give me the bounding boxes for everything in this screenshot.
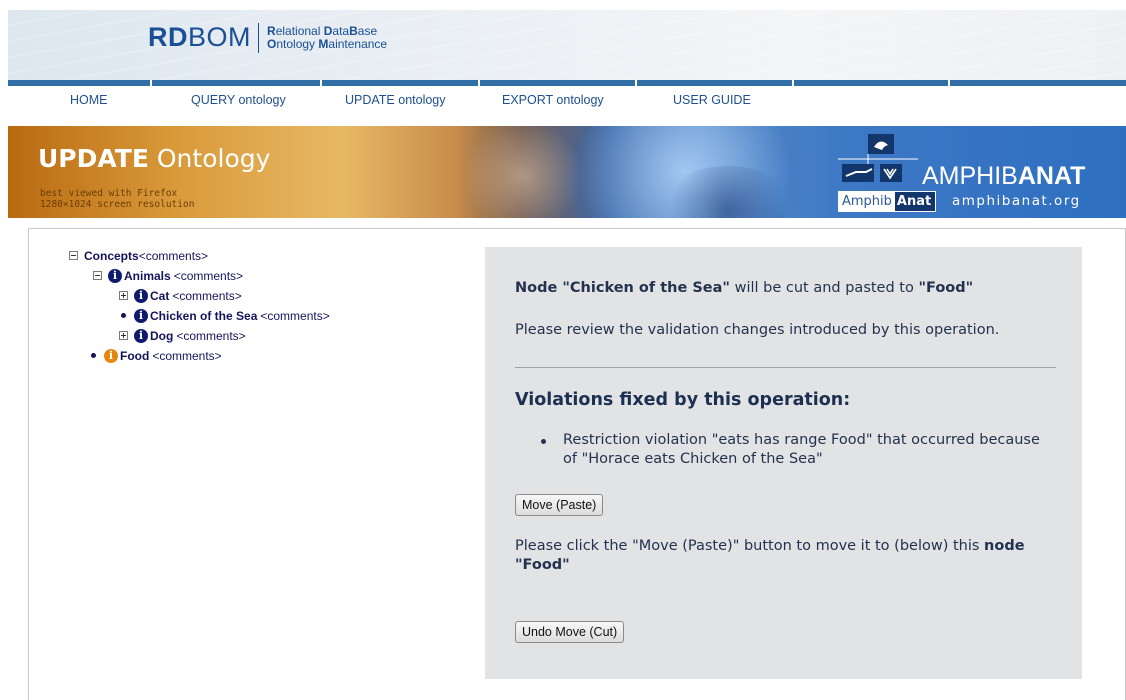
amphibanat-url[interactable]: amphibanat.org xyxy=(952,193,1081,209)
nav-update-ontology[interactable]: UPDATE ontology xyxy=(345,93,446,107)
violations-heading: Violations fixed by this operation: xyxy=(515,390,851,410)
divider xyxy=(515,367,1056,368)
minus-square-icon[interactable] xyxy=(93,271,102,280)
info-icon[interactable]: i xyxy=(134,288,148,303)
amphibanat-icons xyxy=(838,134,918,182)
nav-user-guide[interactable]: USER GUIDE xyxy=(673,93,751,107)
operation-panel: Node "Chicken of the Sea" will be cut an… xyxy=(485,247,1082,679)
info-icon[interactable]: i xyxy=(134,308,148,323)
node-comments-link[interactable]: <comments> xyxy=(172,289,241,303)
node-label[interactable]: Dog xyxy=(150,329,173,343)
tree-node-animals: i Animals <comments> xyxy=(93,267,243,284)
nav-query-ontology[interactable]: QUERY ontology xyxy=(191,93,286,107)
plus-square-icon[interactable] xyxy=(119,331,128,340)
node-label[interactable]: Animals xyxy=(124,269,171,283)
content-area: Concepts <comments> i Animals <comments> i… xyxy=(28,228,1126,700)
operation-summary: Node "Chicken of the Sea" will be cut an… xyxy=(515,280,974,296)
tree-node-food: i Food <comments> xyxy=(87,347,222,364)
page-banner: UPDATE Ontology best viewed with Firefox… xyxy=(8,126,1126,218)
node-comments-link[interactable]: <comments> xyxy=(174,269,243,283)
node-comments-link[interactable]: <comments> xyxy=(176,329,245,343)
bullet-icon xyxy=(121,313,126,318)
badge-right: Anat xyxy=(894,192,936,211)
tree-node-chicken-of-the-sea: i Chicken of the Sea <comments> xyxy=(117,307,330,324)
banner-art xyxy=(463,126,583,218)
minus-square-icon[interactable] xyxy=(69,251,78,260)
node-comments-link[interactable]: <comments> xyxy=(260,309,329,323)
node-comments-link[interactable]: <comments> xyxy=(152,349,221,363)
violation-item: Restriction violation "eats has range Fo… xyxy=(541,431,1041,469)
nav-home[interactable]: HOME xyxy=(70,93,108,107)
info-icon[interactable]: i xyxy=(134,328,148,343)
logo-tagline: Relational DataBase Ontology Maintenance xyxy=(267,23,388,51)
move-paste-button[interactable]: Move (Paste) xyxy=(515,494,604,516)
main-nav: HOME QUERY ontology UPDATE ontology EXPO… xyxy=(8,86,1126,126)
node-comments-link[interactable]: <comments> xyxy=(139,249,208,263)
amphibanat-badge[interactable]: Amphib Anat xyxy=(838,191,937,212)
logo-wordmark: RDBOM xyxy=(148,22,252,52)
badge-left: Amphib xyxy=(839,192,895,211)
info-icon[interactable]: i xyxy=(104,348,118,363)
tree-node-cat: i Cat <comments> xyxy=(119,287,242,304)
node-label[interactable]: Food xyxy=(120,349,149,363)
tree-node-concepts: Concepts <comments> xyxy=(69,247,208,264)
move-instruction: Please click the "Move (Paste)" button t… xyxy=(515,538,1025,573)
info-icon[interactable]: i xyxy=(108,268,122,283)
browser-note: best viewed with Firefox 1280×1024 screen… xyxy=(40,188,195,210)
node-label[interactable]: Chicken of the Sea xyxy=(150,309,257,323)
amphibanat-brand: AMPHIBANAT xyxy=(922,162,1086,190)
review-message: Please review the validation changes int… xyxy=(515,322,1000,338)
logo-divider xyxy=(258,22,260,53)
bullet-icon xyxy=(91,353,96,358)
node-label[interactable]: Concepts xyxy=(84,249,139,263)
page-title: UPDATE Ontology xyxy=(38,144,271,173)
nav-export-ontology[interactable]: EXPORT ontology xyxy=(502,93,604,107)
violations-list: Restriction violation "eats has range Fo… xyxy=(541,431,1041,469)
node-label[interactable]: Cat xyxy=(150,289,169,303)
plus-square-icon[interactable] xyxy=(119,291,128,300)
tree-node-dog: i Dog <comments> xyxy=(119,327,246,344)
rdbom-logo[interactable]: RDBOM Relational DataBase Ontology Maint… xyxy=(148,22,387,53)
undo-move-cut-button[interactable]: Undo Move (Cut) xyxy=(515,621,625,643)
